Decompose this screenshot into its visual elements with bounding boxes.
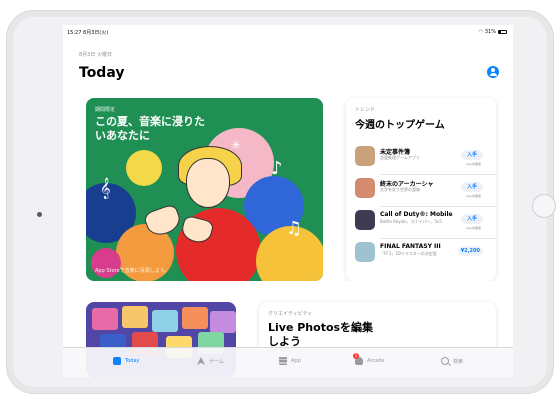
top-games-kicker: トレンド	[355, 107, 376, 113]
in-app-purchase-note: App内課金	[466, 226, 481, 230]
rocket-icon	[197, 357, 205, 365]
top-games-card[interactable]: トレンド 今週のトップゲーム 未定事件簿 恋愛推理ゲームアプリ 入手 App内課…	[346, 98, 496, 281]
tab-label: Today	[125, 358, 140, 364]
live-photos-kicker: クリエイティビティ	[268, 311, 313, 317]
app-subtitle: 恋愛推理ゲームアプリ	[380, 155, 420, 160]
app-name: Call of Duty®: Mobile	[380, 211, 453, 218]
photo-tile	[92, 308, 118, 330]
app-icon	[355, 146, 375, 166]
tab-search[interactable]: 検索	[441, 357, 463, 365]
feature-kicker: 期間限定	[95, 107, 116, 113]
app-list-item[interactable]: FINAL FANTASY III 「FF3」3Dリマスターの決定版 ¥2,20…	[355, 240, 489, 268]
status-time: 15:27 8月3日(火)	[67, 30, 109, 36]
music-note-icon: ♫	[286, 218, 303, 239]
header-date: 8月3日 火曜日	[79, 52, 112, 58]
app-store-screen: 15:27 8月3日(火) ◠ 31% 8月3日 火曜日 Today 𝄞 ♪ ♫…	[63, 25, 513, 377]
photo-tile	[210, 311, 236, 333]
feature-headline: この夏、音楽に浸りたいあなたに	[95, 115, 205, 142]
app-icon	[355, 178, 375, 198]
today-icon	[113, 357, 121, 365]
featured-story-card[interactable]: 𝄞 ♪ ♫ ✳ 期間限定 この夏、音楽に浸りたいあなたに App Storeで音…	[86, 98, 323, 281]
sparkle-icon: ✳	[231, 138, 242, 152]
spacer	[63, 281, 513, 302]
artwork-shape	[126, 150, 162, 186]
photo-tile	[152, 310, 178, 332]
divider	[380, 238, 496, 239]
photo-tile	[122, 306, 148, 328]
app-subtitle: Battle Royale、スナイパー、5v5	[380, 219, 442, 224]
illustration-face	[186, 158, 230, 208]
search-icon	[441, 357, 449, 365]
music-note-icon: ♪	[271, 158, 283, 179]
app-list-item[interactable]: Call of Duty®: Mobile Battle Royale、スナイパ…	[355, 208, 489, 236]
status-right: ◠ 31%	[478, 29, 507, 35]
arcade-icon: 1	[353, 353, 363, 365]
page-title: Today	[79, 65, 125, 81]
price-button[interactable]: ¥2,200	[457, 246, 483, 256]
divider	[380, 174, 496, 175]
tab-label: 検索	[453, 358, 464, 365]
app-name: FINAL FANTASY III	[380, 243, 441, 250]
tab-arcade[interactable]: 1 Arcade	[353, 353, 385, 365]
music-note-icon: 𝄞	[100, 178, 111, 199]
tab-apps[interactable]: App	[279, 357, 301, 365]
front-camera	[37, 212, 42, 217]
tab-label: App	[291, 358, 301, 364]
app-subtitle: 文字を失う世界の冒険	[380, 187, 420, 192]
tab-label: Arcade	[367, 358, 385, 364]
get-button[interactable]: 入手	[461, 150, 483, 160]
get-button[interactable]: 入手	[461, 182, 483, 192]
tab-bar: Today ゲーム App 1 Arcade 検索	[63, 347, 513, 377]
get-button[interactable]: 入手	[461, 214, 483, 224]
divider	[380, 206, 496, 207]
tab-games[interactable]: ゲーム	[197, 357, 224, 365]
in-app-purchase-note: App内課金	[466, 194, 481, 198]
notification-badge: 1	[353, 353, 359, 359]
home-button[interactable]	[532, 194, 556, 218]
in-app-purchase-note: App内課金	[466, 162, 481, 166]
account-icon[interactable]	[487, 66, 499, 78]
top-games-heading: 今週のトップゲーム	[355, 120, 445, 131]
app-icon	[355, 242, 375, 262]
tab-today[interactable]: Today	[113, 357, 139, 365]
app-list-item[interactable]: 未定事件簿 恋愛推理ゲームアプリ 入手 App内課金	[355, 144, 489, 172]
apps-stack-icon	[279, 357, 287, 365]
photo-tile	[182, 307, 208, 329]
app-icon	[355, 210, 375, 230]
app-subtitle: 「FF3」3Dリマスターの決定版	[380, 251, 437, 256]
app-list-item[interactable]: 終末のアーカーシャ 文字を失う世界の冒険 入手 App内課金	[355, 176, 489, 204]
feature-caption: App Storeで音楽に没頭しよう。	[95, 268, 170, 274]
live-photos-headline: Live Photosを編集しよう	[268, 321, 374, 348]
status-bar: 15:27 8月3日(火) ◠ 31%	[63, 25, 513, 39]
battery-icon	[498, 30, 507, 34]
battery-percent: 31%	[484, 29, 496, 35]
tab-label: ゲーム	[209, 358, 224, 365]
wifi-icon: ◠	[478, 29, 483, 35]
